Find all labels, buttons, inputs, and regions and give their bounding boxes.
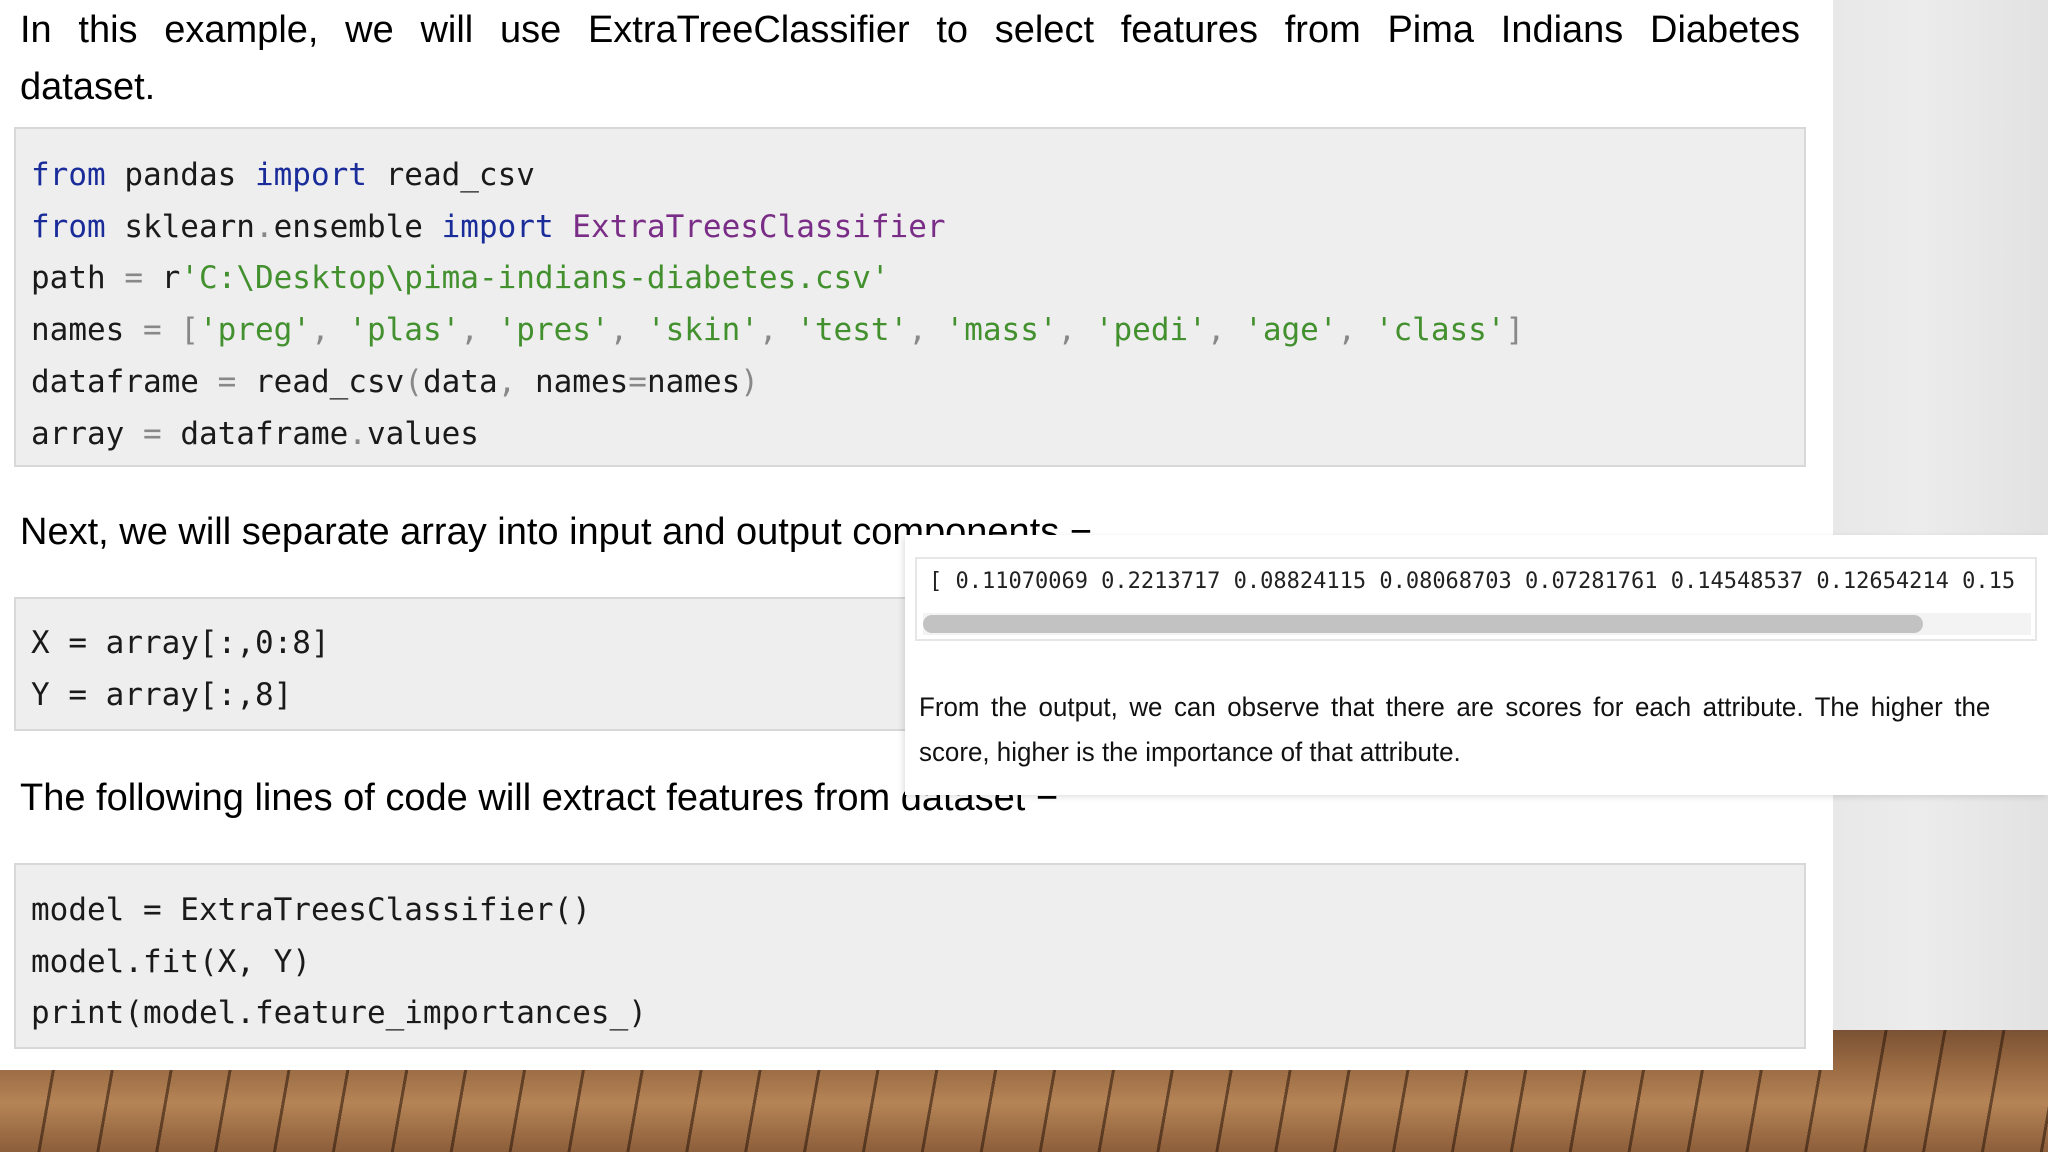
code-line: path = r'C:\Desktop\pima-indians-diabete…	[31, 253, 1804, 305]
code-token: 'C:\Desktop\pima-indians-diabetes.csv'	[180, 260, 890, 297]
code-token: ,	[609, 312, 647, 349]
code-token: =	[217, 363, 237, 400]
code-token: 'age'	[1244, 312, 1338, 349]
code-token: sklearn	[105, 208, 255, 245]
code-line: model.fit(X, Y)	[31, 943, 311, 980]
code-token: =	[142, 415, 162, 452]
code-token: ,	[460, 312, 498, 349]
background-wall	[1833, 0, 2048, 1040]
code-token: ExtraTreesClassifier	[572, 208, 946, 245]
output-code-box[interactable]: [ 0.11070069 0.2213717 0.08824115 0.0806…	[915, 557, 2037, 641]
code-token: (	[404, 363, 423, 400]
code-token: names	[646, 363, 741, 400]
code-token: = [	[142, 312, 199, 349]
code-token: dataframe	[161, 415, 349, 452]
scrollbar-thumb[interactable]	[923, 615, 1923, 633]
code-token: ,	[758, 312, 797, 349]
code-token: import	[441, 208, 554, 245]
code-token: 'pedi'	[1094, 312, 1207, 349]
code-token: pandas	[105, 157, 255, 193]
code-token: =	[124, 260, 143, 297]
intro-line-2: dataset.	[20, 66, 156, 108]
code-token: data	[422, 363, 498, 400]
code-token: ,	[1057, 312, 1095, 349]
code-token: 'skin'	[646, 312, 759, 349]
code-token: dataframe	[31, 363, 218, 400]
code-token: 'class'	[1374, 312, 1506, 349]
code-token: =	[628, 363, 647, 400]
code-block-model[interactable]: model = ExtraTreesClassifier() model.fit(…	[14, 863, 1806, 1049]
code-line: from pandas import read_csv	[31, 150, 1804, 202]
code-token: ,	[310, 312, 349, 349]
code-line: array = dataframe.values	[31, 409, 1804, 461]
code-token: ,	[908, 312, 946, 349]
code-line: dataframe = read_csv(data, names=names)	[31, 357, 1804, 409]
code-token: from	[31, 157, 106, 193]
code-token: values	[366, 415, 479, 452]
code-token: 'test'	[796, 312, 909, 349]
output-caption: From the output, we can observe that the…	[919, 692, 1991, 767]
output-panel: [ 0.11070069 0.2213717 0.08824115 0.0806…	[905, 535, 2048, 795]
code-token: from	[31, 208, 106, 245]
code-token: import	[254, 157, 367, 193]
code-token: ensemble	[273, 208, 442, 245]
intro-paragraph: In this example, we will use ExtraTreeCl…	[20, 2, 1800, 116]
code-token: 'mass'	[945, 312, 1058, 349]
code-token: path	[31, 260, 125, 297]
intro-line-1: In this example, we will use ExtraTreeCl…	[20, 9, 1800, 51]
code-line: from sklearn.ensemble import ExtraTreesC…	[31, 202, 1804, 254]
code-token: array	[31, 415, 143, 452]
horizontal-scrollbar[interactable]	[923, 613, 2031, 635]
code-line: model = ExtraTreesClassifier()	[31, 892, 591, 928]
code-token: .	[254, 208, 274, 245]
code-token: ,	[1337, 312, 1375, 349]
code-token: .	[348, 415, 367, 452]
code-token: 'preg'	[198, 312, 311, 349]
code-block-imports[interactable]: from pandas import read_csv from sklearn.…	[14, 127, 1806, 467]
code-token: 'plas'	[348, 312, 461, 349]
code-line: names = ['preg', 'plas', 'pres', 'skin',…	[31, 305, 1804, 357]
code-line: print(model.feature_importances_)	[31, 995, 647, 1032]
code-token: read_csv	[236, 363, 405, 400]
output-text: [ 0.11070069 0.2213717 0.08824115 0.0806…	[929, 569, 2016, 594]
code-token: ,	[1206, 312, 1245, 349]
code-token: names	[31, 312, 143, 349]
code-token: read_csv	[366, 157, 535, 193]
code-token: ,	[497, 363, 517, 400]
code-token: ]	[1505, 312, 1525, 349]
code-token: r	[143, 260, 181, 297]
code-token: 'pres'	[497, 312, 610, 349]
code-token: names	[516, 363, 629, 400]
code-token: )	[740, 363, 759, 400]
